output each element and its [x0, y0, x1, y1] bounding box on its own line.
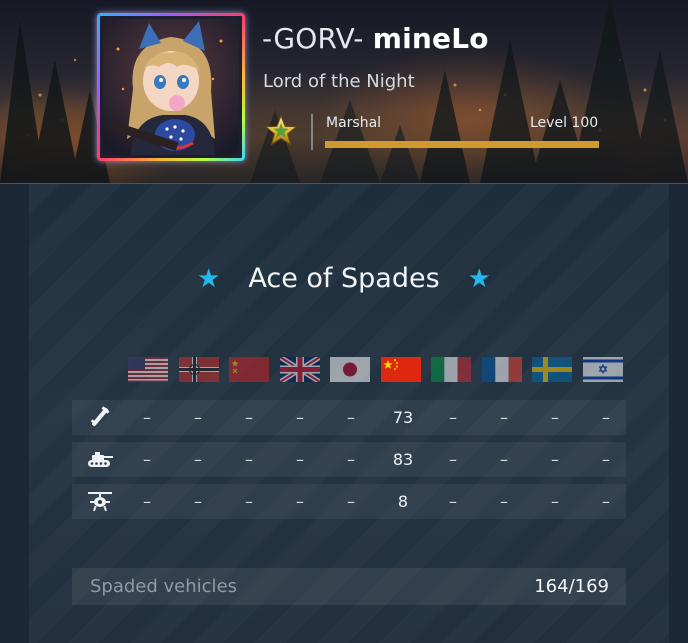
count-cell: – [194, 492, 202, 511]
france-flag-icon[interactable] [481, 357, 522, 382]
rank-divider [311, 114, 313, 150]
count-cell: – [551, 450, 559, 469]
count-cell: – [551, 492, 559, 511]
china-flag-icon[interactable] [380, 357, 421, 382]
avatar [103, 19, 239, 155]
count-cell: – [143, 450, 151, 469]
count-cell: – [245, 450, 253, 469]
ussr-flag-icon[interactable] [229, 357, 269, 382]
usa-flag-icon[interactable] [128, 357, 168, 382]
italy-flag-icon[interactable] [431, 357, 471, 382]
player-title: Lord of the Night [263, 71, 415, 92]
count-cell: – [245, 408, 253, 427]
aircraft-row: – – – – – 73 – – – – [72, 400, 626, 435]
count-cell: – [143, 492, 151, 511]
britain-flag-icon[interactable] [279, 357, 320, 382]
rank-name: Marshal [326, 115, 382, 131]
count-cell: – [296, 408, 304, 427]
spaded-vehicles-value: 164/169 [534, 576, 609, 597]
tank-icon [88, 452, 113, 467]
count-cell: – [551, 408, 559, 427]
count-cell: – [296, 492, 304, 511]
level-progress-fill [325, 141, 599, 148]
count-cell: 73 [392, 408, 414, 427]
avatar-portrait-icon [103, 19, 239, 155]
count-cell: – [602, 408, 610, 427]
clan-tag: -GORV- [262, 22, 364, 55]
aircraft-icon [90, 406, 110, 427]
rank-star-icon [264, 114, 298, 146]
count-cell: – [500, 492, 508, 511]
count-cell: – [449, 408, 457, 427]
count-cell: – [347, 450, 355, 469]
count-cell: – [347, 408, 355, 427]
level-label: Level 100 [530, 115, 599, 131]
count-cell: – [296, 450, 304, 469]
helicopter-row: – – – – – 8 – – – – [72, 484, 626, 519]
spaded-vehicles-label: Spaded vehicles [90, 576, 238, 597]
count-cell: – [500, 450, 508, 469]
count-cell: – [602, 492, 610, 511]
germany-flag-icon[interactable] [178, 357, 219, 382]
player-name: -GORV- mineLo [262, 22, 489, 55]
helicopter-icon [88, 492, 112, 512]
achievement-title-row: ★ Ace of Spades ★ [0, 263, 688, 294]
profile-banner: -GORV- mineLo Lord of the Night Marshal … [0, 0, 688, 184]
count-cell: – [602, 450, 610, 469]
count-cell: – [449, 450, 457, 469]
israel-flag-icon[interactable] [582, 357, 623, 382]
tank-row: – – – – – 83 – – – – [72, 442, 626, 477]
achievement-title: Ace of Spades [248, 263, 440, 294]
count-cell: 83 [392, 450, 414, 469]
star-icon: ★ [197, 264, 221, 294]
star-icon: ★ [467, 264, 491, 294]
count-cell: – [245, 492, 253, 511]
count-cell: 8 [397, 492, 409, 511]
count-cell: – [449, 492, 457, 511]
level-progress-bar [325, 141, 599, 148]
sweden-flag-icon[interactable] [532, 357, 572, 382]
japan-flag-icon[interactable] [330, 357, 370, 382]
count-cell: – [347, 492, 355, 511]
count-cell: – [194, 408, 202, 427]
count-cell: – [143, 408, 151, 427]
avatar-frame[interactable] [97, 13, 245, 161]
nickname: mineLo [372, 22, 489, 55]
count-cell: – [500, 408, 508, 427]
spaded-vehicles-summary: Spaded vehicles 164/169 [72, 568, 626, 605]
count-cell: – [194, 450, 202, 469]
